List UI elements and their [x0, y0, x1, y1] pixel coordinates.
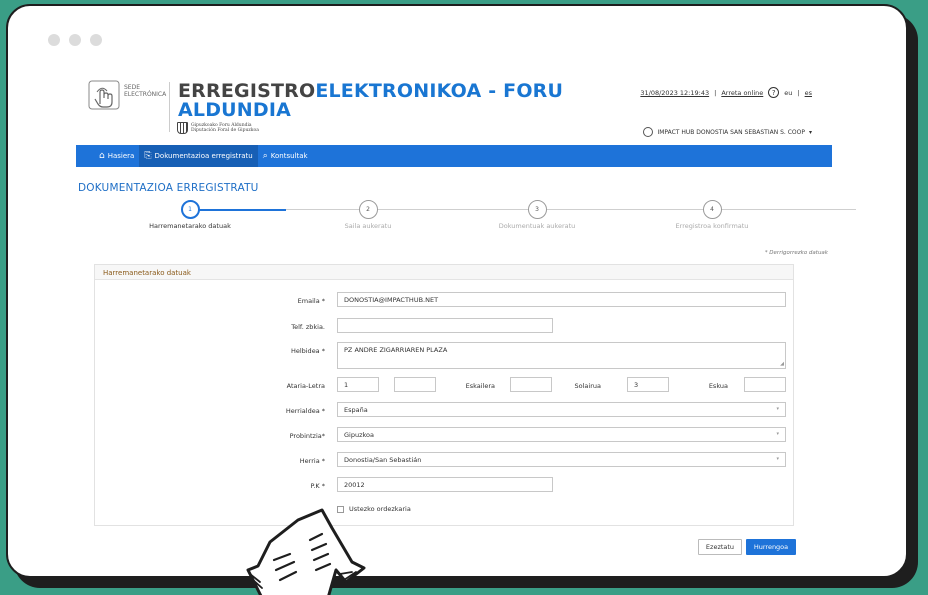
nav-label: Hasiera — [107, 152, 135, 160]
nav-item-home[interactable]: ⌂ Hasiera — [94, 145, 139, 167]
step-label: Saila aukeratu — [344, 222, 392, 230]
floor-label: Solairua — [574, 382, 601, 390]
panel-title: Harremanetarako datuak — [95, 265, 793, 280]
next-button[interactable]: Hurrengoa — [746, 539, 796, 555]
separator: | — [797, 88, 800, 97]
title-part2: ELEKTRONIKOA - FORU — [315, 80, 564, 102]
address-label: Helbidea * — [290, 347, 325, 355]
email-input[interactable]: DONOSTIA@IMPACTHUB.NET — [337, 292, 786, 307]
main-nav: ⌂ Hasiera ⎘ Dokumentazioa erregistratu ⌕… — [76, 145, 832, 167]
postcode-label: P.K * — [310, 482, 325, 490]
title-line2: ALDUNDIA — [178, 99, 292, 121]
window-dot-minimize[interactable] — [69, 34, 81, 46]
step-circle: 2 — [358, 200, 378, 219]
logo-text-line2: ELECTRÓNICA — [124, 91, 167, 98]
registry-page: SEDE ELECTRÓNICA ERREGISTROELEKTRONIKOA … — [76, 74, 856, 574]
search-icon: ⌕ — [262, 150, 268, 161]
nav-label: Kontsultak — [270, 152, 308, 160]
phone-input[interactable] — [337, 318, 553, 333]
town-select[interactable]: Donostia/San Sebastián ▾ — [337, 452, 786, 467]
nav-item-register[interactable]: ⎘ Dokumentazioa erregistratu — [139, 145, 258, 167]
portal-label: Ataria-Letra — [286, 382, 325, 390]
crest-line2: Diputación Foral de Gipuzkoa — [191, 128, 259, 133]
contact-data-panel: Harremanetarako datuak Emaila * DONOSTIA… — [94, 264, 794, 526]
crest-shield-icon — [177, 122, 188, 134]
email-label: Emaila * — [297, 297, 325, 305]
user-icon — [643, 127, 654, 137]
lang-es-link[interactable]: es — [805, 89, 812, 97]
step-2: 2 Saila aukeratu — [308, 200, 428, 230]
chevron-down-icon: ▾ — [808, 128, 812, 136]
address-value: PZ ANDRE ZIGARRIAREN PLAZA — [344, 346, 448, 354]
nav-label: Dokumentazioa erregistratu — [154, 152, 253, 160]
step-label: Erregistroa konfirmatu — [675, 222, 749, 230]
window-dot-maximize[interactable] — [90, 34, 102, 46]
province-label: Probintzia* — [289, 432, 325, 440]
country-label: Herrialdea * — [285, 407, 325, 415]
browser-window: SEDE ELECTRÓNICA ERREGISTROELEKTRONIKOA … — [6, 4, 908, 578]
lang-eu-link[interactable]: eu — [784, 89, 792, 97]
step-1: 1 Harremanetarako datuak — [130, 200, 250, 230]
step-4: 4 Erregistroa konfirmatu — [652, 200, 772, 230]
section-title: DOKUMENTAZIOA ERREGISTRATU — [78, 182, 259, 194]
required-fields-note: * Derrigorrezko datuak — [764, 250, 828, 256]
document-icon: ⎘ — [144, 150, 152, 161]
hand-input[interactable] — [744, 377, 786, 392]
step-circle: 1 — [180, 200, 200, 219]
address-textarea[interactable]: PZ ANDRE ZIGARRIAREN PLAZA ◢ — [337, 342, 786, 369]
town-label: Herria * — [299, 457, 325, 465]
chevron-down-icon: ▾ — [776, 406, 779, 412]
user-name: IMPACT HUB DONOSTIA SAN SEBASTIAN S. COO… — [657, 128, 805, 136]
chevron-down-icon: ▾ — [776, 431, 779, 437]
pointer-arrow-illustration — [246, 508, 366, 595]
cancel-button[interactable]: Ezeztatu — [698, 539, 742, 555]
online-help-link[interactable]: Arreta online — [721, 89, 763, 97]
page-title: ERREGISTROELEKTRONIKOA - FORU ALDUNDIA — [178, 82, 563, 120]
postcode-input[interactable]: 20012 — [337, 477, 553, 492]
window-dot-close[interactable] — [48, 34, 60, 46]
phone-label: Telf. zbkia. — [291, 323, 325, 331]
logo-divider — [169, 82, 170, 132]
step-label: Harremanetarako datuak — [149, 222, 231, 230]
resize-handle-icon[interactable]: ◢ — [780, 361, 784, 367]
window-controls — [48, 34, 102, 46]
home-icon: ⌂ — [99, 150, 105, 161]
site-header: SEDE ELECTRÓNICA ERREGISTROELEKTRONIKOA … — [76, 74, 832, 144]
nav-item-queries[interactable]: ⌕ Kontsultak — [258, 145, 313, 167]
town-value: Donostia/San Sebastián — [344, 456, 422, 464]
province-value: Gipuzkoa — [344, 431, 374, 439]
logo-text-line1: SEDE — [124, 84, 141, 91]
step-3: 3 Dokumentuak aukeratu — [477, 200, 597, 230]
wizard-stepper: 1 Harremanetarako datuak 2 Saila aukerat… — [76, 200, 856, 240]
chevron-down-icon: ▾ — [776, 456, 779, 462]
datetime-display: 31/08/2023 12:19:43 — [640, 88, 710, 97]
hand-pointer-icon — [88, 80, 120, 110]
user-menu[interactable]: IMPACT HUB DONOSTIA SAN SEBASTIAN S. COO… — [643, 127, 812, 137]
logo-text: SEDE ELECTRÓNICA — [124, 80, 166, 98]
step-circle: 4 — [702, 200, 722, 219]
crest-text: Gipuzkoako Foru Aldundia Diputación Fora… — [191, 123, 259, 133]
help-icon[interactable]: ? — [768, 87, 780, 98]
country-value: España — [344, 406, 368, 414]
country-select[interactable]: España ▾ — [337, 402, 786, 417]
separator: | — [714, 88, 717, 97]
hand-label: Eskua — [708, 382, 728, 390]
sede-electronica-logo[interactable]: SEDE ELECTRÓNICA — [88, 80, 174, 110]
header-utilities: 31/08/2023 12:19:43 | Arreta online ? eu… — [640, 87, 812, 98]
step-circle: 3 — [527, 200, 547, 219]
province-select[interactable]: Gipuzkoa ▾ — [337, 427, 786, 442]
gipuzkoa-crest: Gipuzkoako Foru Aldundia Diputación Fora… — [177, 122, 259, 134]
step-label: Dokumentuak aukeratu — [498, 222, 576, 230]
